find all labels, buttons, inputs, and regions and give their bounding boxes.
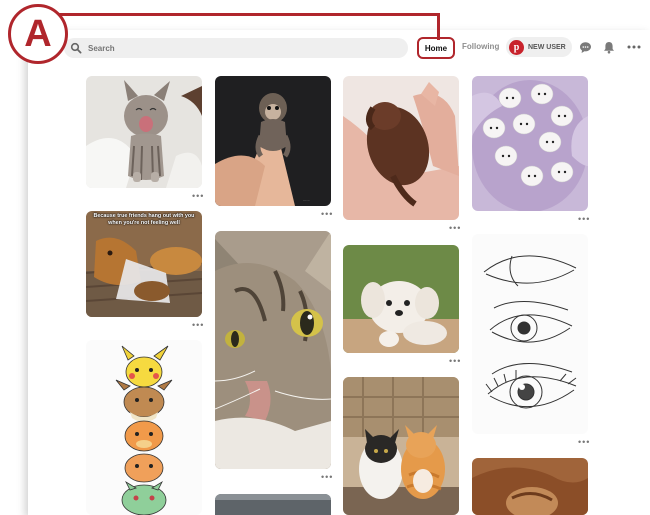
pin-pokemon-stack[interactable]: [86, 340, 202, 515]
pin-eye-drawing[interactable]: [472, 234, 588, 434]
pin-options-icon[interactable]: •••: [192, 192, 204, 201]
meme-caption: Because true friends hang out with you w…: [93, 213, 195, 226]
partial-cat-image: [472, 458, 588, 515]
annotation-badge: A: [8, 4, 68, 64]
white-kittens-image: [472, 76, 588, 211]
user-name: NEW USER: [528, 43, 566, 51]
partial-image: [215, 494, 331, 515]
search-icon: [70, 42, 82, 54]
white-puppy-image: [343, 245, 459, 353]
pin-two-cats[interactable]: [343, 377, 459, 515]
pin-partial-gray[interactable]: [215, 494, 331, 515]
search-box[interactable]: [64, 38, 408, 58]
pin-options-icon[interactable]: •••: [578, 215, 590, 224]
pokemon-stack-image: [86, 340, 202, 515]
notifications-bell-icon[interactable]: [602, 40, 616, 54]
more-options-icon[interactable]: [626, 40, 642, 54]
pinterest-logo-icon: p: [509, 39, 524, 55]
eye-drawing-image: [472, 234, 588, 434]
following-link[interactable]: Following: [462, 42, 499, 51]
top-navigation-bar: Home Following p NEW USER: [28, 30, 650, 64]
annotation-line-horizontal: [58, 13, 440, 16]
user-profile-button[interactable]: p NEW USER: [506, 37, 572, 57]
home-label: Home: [424, 43, 448, 53]
pin-puppy-in-hand[interactable]: [343, 76, 459, 220]
pin-yawning-kitten[interactable]: [86, 76, 202, 188]
pin-white-kittens-basket[interactable]: [472, 76, 588, 211]
screenshot: A Home Following p NEW USER: [0, 0, 650, 515]
pin-options-icon[interactable]: •••: [578, 438, 590, 447]
pin-partial-cat[interactable]: [472, 458, 588, 515]
pin-tabby-cat-closeup[interactable]: [215, 231, 331, 469]
messages-icon[interactable]: [578, 40, 592, 54]
two-cats-image: [343, 377, 459, 515]
pin-options-icon[interactable]: •••: [192, 321, 204, 330]
pin-baby-monkey[interactable]: ......: [215, 76, 331, 206]
pin-options-icon[interactable]: •••: [321, 473, 333, 482]
pin-options-icon[interactable]: •••: [449, 357, 461, 366]
home-button[interactable]: Home: [417, 37, 455, 59]
browser-window: Home Following p NEW USER: [28, 30, 650, 515]
baby-monkey-image: ......: [215, 76, 331, 206]
svg-text:......: ......: [303, 197, 310, 202]
pin-white-puppy[interactable]: [343, 245, 459, 353]
pin-dog-cone-meme[interactable]: Because true friends hang out with you w…: [86, 211, 202, 317]
search-input[interactable]: [88, 43, 388, 53]
pin-options-icon[interactable]: •••: [321, 210, 333, 219]
annotation-label: A: [24, 13, 52, 55]
brown-puppy-image: [343, 76, 459, 220]
kitten-image: [86, 76, 202, 188]
tabby-cat-image: [215, 231, 331, 469]
annotation-line-vertical: [437, 13, 440, 40]
pin-options-icon[interactable]: •••: [449, 224, 461, 233]
